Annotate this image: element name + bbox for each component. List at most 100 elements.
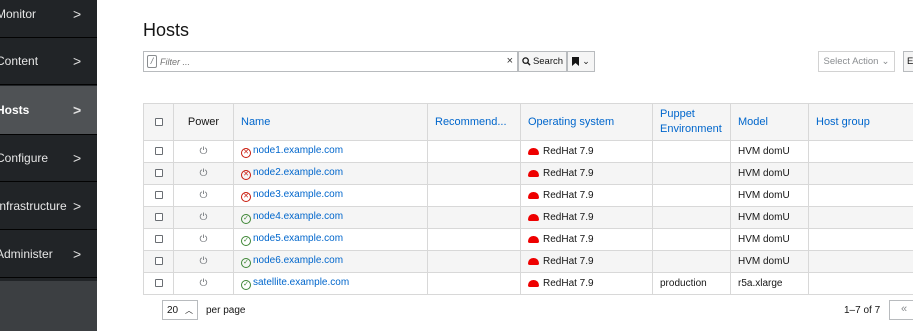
per-page-select[interactable]: 20 ︿ — [162, 300, 198, 320]
model-cell: HVM domU — [730, 250, 809, 273]
sidebar-item-monitor[interactable]: Monitor > — [0, 0, 97, 38]
puppet-env-cell — [652, 206, 731, 229]
recommend-cell — [427, 162, 521, 185]
power-cell: ⏻ — [173, 206, 234, 229]
sidebar-item-content[interactable]: Content > — [0, 38, 97, 85]
host-name-link[interactable]: node4.example.com — [253, 211, 343, 222]
row-checkbox[interactable] — [154, 191, 163, 200]
per-page-value: 20 — [167, 304, 179, 316]
host-name-link[interactable]: node5.example.com — [253, 233, 343, 244]
chevron-right-icon: > — [73, 6, 82, 22]
hosts-table-container: Power Name Recommend... Operating system… — [143, 103, 913, 295]
puppet-env-cell — [652, 184, 731, 207]
bookmark-button[interactable]: ⌄ — [567, 51, 595, 72]
row-select-cell — [143, 250, 174, 273]
name-cell: ✓ satellite.example.com — [233, 272, 428, 295]
model-cell: HVM domU — [730, 228, 809, 251]
sidebar-item-label: Administer — [0, 247, 53, 261]
name-cell: ✕ node1.example.com — [233, 140, 428, 163]
sidebar-item-label: Configure — [0, 151, 49, 165]
model-cell: HVM domU — [730, 140, 809, 163]
row-checkbox[interactable] — [154, 147, 163, 156]
select-action-label: Select Action — [823, 56, 879, 67]
recommend-cell — [427, 272, 521, 295]
select-all-checkbox[interactable] — [154, 118, 163, 127]
table-row: ⏻ ✕ node3.example.com RedHat 7.9 HVM domU — [143, 184, 913, 207]
row-checkbox[interactable] — [154, 235, 163, 244]
host-name-link[interactable]: satellite.example.com — [253, 277, 349, 288]
column-header-recommend[interactable]: Recommend... — [427, 103, 521, 141]
recommend-cell — [427, 184, 521, 207]
sidebar-item-infrastructure[interactable]: Infrastructure > — [0, 183, 97, 230]
chevron-right-icon: > — [73, 102, 82, 118]
select-all-header — [143, 103, 174, 141]
column-header-os[interactable]: Operating system — [520, 103, 653, 141]
puppet-env-cell — [652, 228, 731, 251]
search-icon — [522, 57, 531, 66]
sidebar-item-configure[interactable]: Configure > — [0, 135, 97, 182]
redhat-icon — [528, 236, 539, 243]
table-row: ⏻ ✓ satellite.example.com RedHat 7.9 product… — [143, 272, 913, 295]
column-header-host-group[interactable]: Host group — [808, 103, 913, 141]
os-label: RedHat 7.9 — [543, 168, 594, 179]
column-header-power: Power — [173, 103, 234, 141]
host-group-cell — [808, 140, 913, 163]
select-action-dropdown[interactable]: Select Action ⌄ — [818, 51, 895, 72]
search-button[interactable]: Search — [518, 51, 567, 72]
power-icon: ⏻ — [199, 168, 208, 179]
sidebar-item-label: Content — [0, 54, 39, 68]
table-row: ⏻ ✓ node5.example.com RedHat 7.9 HVM domU — [143, 228, 913, 251]
export-button[interactable]: Export — [903, 51, 913, 72]
sidebar-item-administer[interactable]: Administer > — [0, 231, 97, 278]
name-cell: ✓ node5.example.com — [233, 228, 428, 251]
host-name-link[interactable]: node6.example.com — [253, 255, 343, 266]
row-checkbox[interactable] — [154, 279, 163, 288]
chevron-down-icon: ⌄ — [881, 56, 890, 67]
ok-status-icon: ✓ — [241, 280, 251, 290]
puppet-env-cell — [652, 250, 731, 273]
model-cell: HVM domU — [730, 184, 809, 207]
first-page-button[interactable]: « — [889, 300, 913, 320]
host-group-cell — [808, 228, 913, 251]
table-row: ⏻ ✕ node2.example.com RedHat 7.9 HVM domU — [143, 162, 913, 185]
host-name-link[interactable]: node1.example.com — [253, 145, 343, 156]
column-header-name[interactable]: Name — [233, 103, 428, 141]
os-cell: RedHat 7.9 — [520, 206, 653, 229]
error-status-icon: ✕ — [241, 170, 251, 180]
table-row: ⏻ ✓ node4.example.com RedHat 7.9 HVM domU — [143, 206, 913, 229]
os-cell: RedHat 7.9 — [520, 140, 653, 163]
power-cell: ⏻ — [173, 184, 234, 207]
redhat-icon — [528, 280, 539, 287]
redhat-icon — [528, 170, 539, 177]
column-header-puppet-env[interactable]: Puppet Environment — [652, 103, 731, 141]
pagination-range: 1–7 of 7 — [844, 305, 881, 316]
host-name-link[interactable]: node2.example.com — [253, 167, 343, 178]
row-checkbox[interactable] — [154, 213, 163, 222]
redhat-icon — [528, 214, 539, 221]
power-icon: ⏻ — [199, 146, 208, 157]
power-icon: ⏻ — [199, 234, 208, 245]
search-syntax-icon: / — [147, 55, 157, 68]
page-title: Hosts — [143, 20, 190, 40]
clear-icon[interactable]: × — [507, 55, 513, 67]
error-status-icon: ✕ — [241, 192, 251, 202]
puppet-env-cell: production — [652, 272, 731, 295]
row-select-cell — [143, 162, 174, 185]
sidebar-item-label: Infrastructure — [0, 199, 67, 213]
name-cell: ✕ node2.example.com — [233, 162, 428, 185]
power-icon: ⏻ — [199, 190, 208, 201]
puppet-env-cell — [652, 162, 731, 185]
search-button-label: Search — [532, 56, 564, 67]
recommend-cell — [427, 206, 521, 229]
host-name-link[interactable]: node3.example.com — [253, 189, 343, 200]
redhat-icon — [528, 148, 539, 155]
row-checkbox[interactable] — [154, 257, 163, 266]
search-input[interactable] — [160, 53, 500, 70]
os-label: RedHat 7.9 — [543, 212, 594, 223]
chevron-right-icon: > — [73, 150, 82, 166]
sidebar-item-hosts[interactable]: Hosts > — [0, 86, 97, 135]
row-checkbox[interactable] — [154, 169, 163, 178]
power-cell: ⏻ — [173, 272, 234, 295]
name-cell: ✓ node6.example.com — [233, 250, 428, 273]
column-header-model[interactable]: Model — [730, 103, 809, 141]
